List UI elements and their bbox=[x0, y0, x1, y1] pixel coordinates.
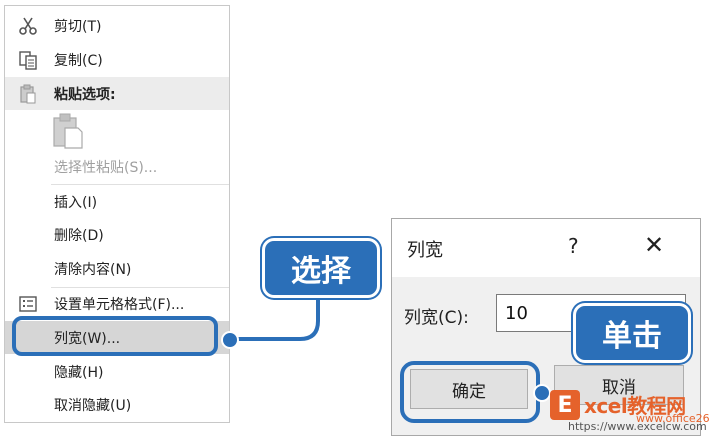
connector-dot bbox=[221, 331, 239, 349]
scissors-icon bbox=[19, 17, 37, 35]
select-callout-label: 选择 bbox=[291, 254, 351, 289]
menu-item-label: 选择性粘贴(S)... bbox=[54, 159, 158, 176]
menu-item-clear-contents[interactable]: 清除内容(N) bbox=[5, 252, 229, 285]
excel-logo: E bbox=[550, 390, 580, 420]
menu-item-insert[interactable]: 插入(I) bbox=[5, 185, 229, 218]
context-menu: 剪切(T) 复制(C) 粘贴选项: 选择性粘贴(S)... 插入(I) 删除(D… bbox=[4, 5, 230, 423]
menu-item-delete[interactable]: 删除(D) bbox=[5, 218, 229, 251]
menu-heading-label: 粘贴选项: bbox=[54, 86, 116, 103]
watermark-url: https://www.excelcw.com bbox=[568, 420, 707, 433]
menu-item-copy[interactable]: 复制(C) bbox=[5, 43, 229, 76]
menu-heading-paste-options: 粘贴选项: bbox=[5, 77, 229, 110]
copy-icon bbox=[19, 50, 37, 70]
ok-button-highlight bbox=[400, 361, 540, 423]
select-callout: 选择 bbox=[262, 238, 380, 298]
menu-item-label: 剪切(T) bbox=[54, 18, 102, 35]
menu-item-paste-special[interactable]: 选择性粘贴(S)... bbox=[5, 150, 229, 183]
menu-item-label: 设置单元格格式(F)... bbox=[54, 296, 185, 313]
column-width-label: 列宽(C): bbox=[404, 308, 469, 328]
format-cells-icon bbox=[19, 295, 37, 312]
paste-icon[interactable] bbox=[51, 112, 85, 150]
menu-item-label: 删除(D) bbox=[54, 227, 104, 244]
dialog-title: 列宽 bbox=[407, 240, 443, 261]
menu-item-unhide[interactable]: 取消隐藏(U) bbox=[5, 388, 229, 421]
menu-item-hide[interactable]: 隐藏(H) bbox=[5, 355, 229, 388]
menu-item-label: 隐藏(H) bbox=[54, 364, 104, 381]
menu-item-cut[interactable]: 剪切(T) bbox=[5, 9, 229, 42]
clipboard-icon bbox=[20, 84, 36, 103]
menu-item-label: 取消隐藏(U) bbox=[54, 397, 132, 414]
click-callout: 单击 bbox=[573, 303, 691, 363]
menu-item-label: 插入(I) bbox=[54, 194, 98, 211]
menu-item-label: 清除内容(N) bbox=[54, 261, 132, 278]
click-callout-label: 单击 bbox=[602, 319, 662, 354]
help-icon[interactable]: ? bbox=[568, 234, 579, 258]
watermark: E xcel教程网 www.office26.com https://www.e… bbox=[546, 386, 709, 436]
menu-item-label: 复制(C) bbox=[54, 52, 103, 69]
close-icon[interactable]: ✕ bbox=[644, 231, 664, 259]
column-width-highlight bbox=[12, 316, 218, 356]
